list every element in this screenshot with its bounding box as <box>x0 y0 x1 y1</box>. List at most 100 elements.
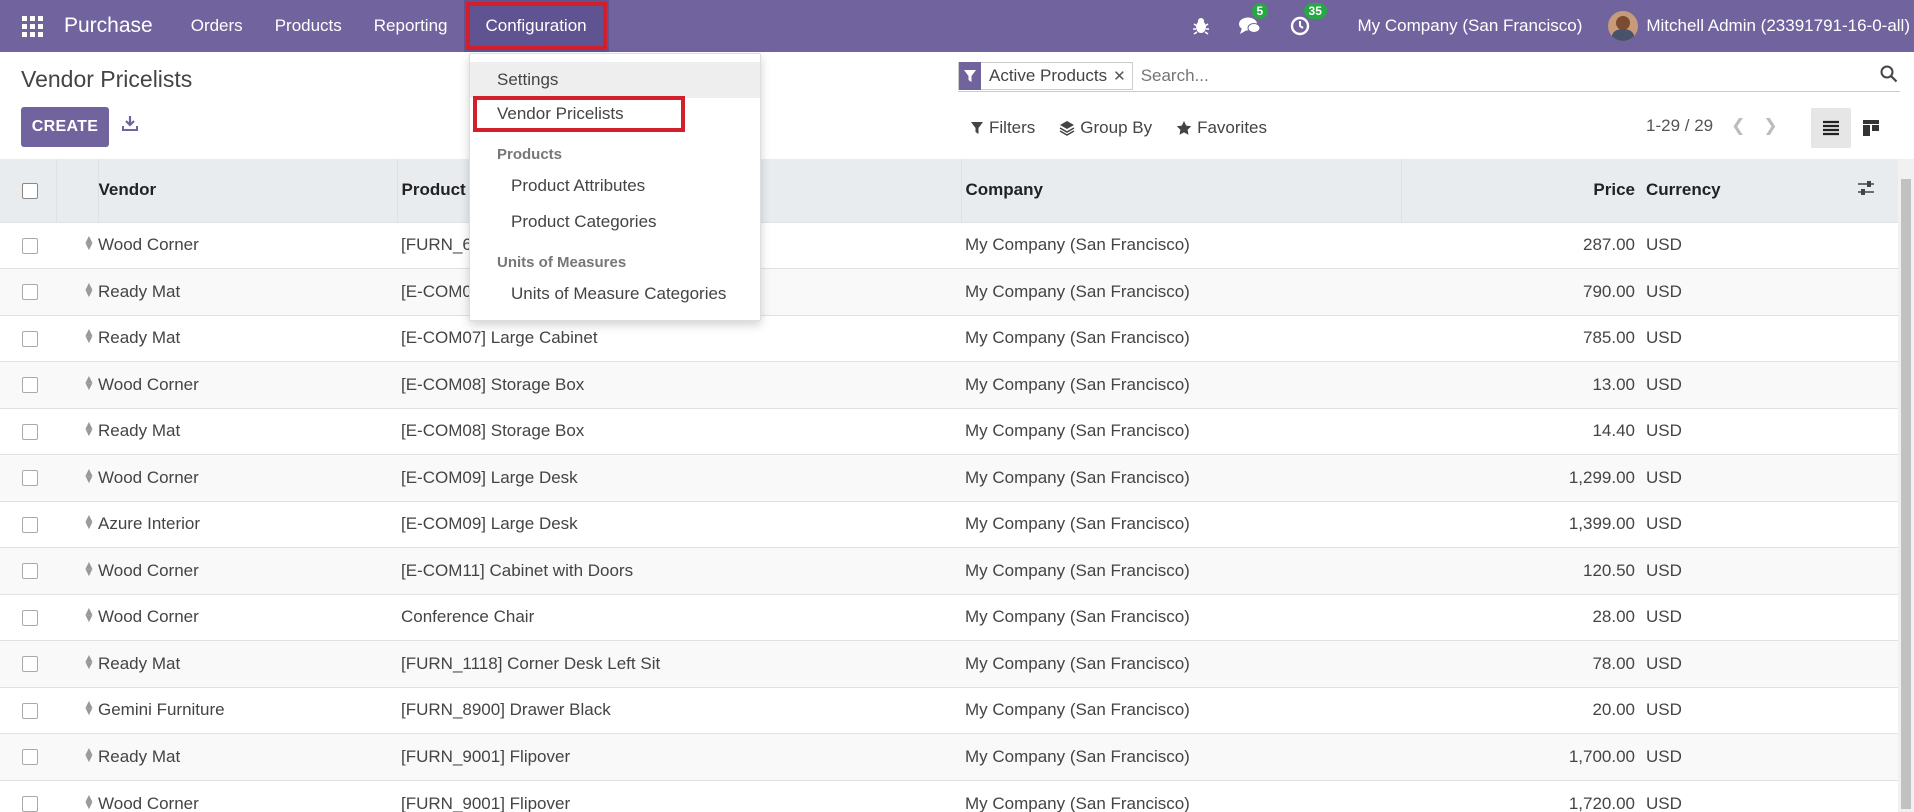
cell-price[interactable]: 28.00 <box>1401 593 1644 641</box>
scrollbar-thumb[interactable] <box>1901 179 1911 809</box>
cell-price[interactable]: 14.40 <box>1401 407 1644 455</box>
cell-product[interactable]: [E-COM08] Storage Box <box>397 407 961 455</box>
menu-products[interactable]: Products <box>259 0 358 52</box>
search-input[interactable] <box>1140 61 1900 90</box>
table-row[interactable]: ▲ ▼ Wood Corner [E-COM08] Storage Box My Com… <box>0 361 1898 408</box>
pager-next-icon[interactable]: ❯ <box>1763 116 1777 136</box>
cell-product[interactable]: [FURN_8900] Drawer Black <box>397 686 961 734</box>
cell-currency[interactable]: USD <box>1644 547 1857 594</box>
cell-vendor[interactable]: Azure Interior <box>98 500 397 548</box>
cell-price[interactable]: 785.00 <box>1401 314 1644 362</box>
row-checkbox[interactable] <box>22 237 38 254</box>
cell-price[interactable]: 20.00 <box>1401 686 1644 734</box>
menu-item-uom-categories[interactable]: Units of Measure Categories <box>470 276 760 312</box>
table-row[interactable]: ▲ ▼ Ready Mat [FURN_1118] Corner Desk Left … <box>0 640 1898 687</box>
cell-product[interactable]: [E-COM08] Storage Box <box>397 361 961 408</box>
drag-handle-icon[interactable]: ▲ ▼ <box>83 559 95 578</box>
cell-product[interactable]: [E-COM07] Large Cabinet <box>397 314 961 362</box>
kanban-view-icon[interactable] <box>1851 108 1891 148</box>
cell-price[interactable]: 1,700.00 <box>1401 733 1644 780</box>
column-price[interactable]: Price <box>1401 159 1644 222</box>
menu-item-product-categories[interactable]: Product Categories <box>470 204 760 240</box>
cell-company[interactable]: My Company (San Francisco) <box>961 268 1401 315</box>
drag-handle-icon[interactable]: ▲ ▼ <box>83 326 95 345</box>
create-button[interactable]: CREATE <box>21 107 109 147</box>
cell-vendor[interactable]: Wood Corner <box>98 547 397 594</box>
row-checkbox[interactable] <box>22 796 38 812</box>
cell-price[interactable]: 1,399.00 <box>1401 500 1644 548</box>
cell-price[interactable]: 790.00 <box>1401 268 1644 315</box>
cell-price[interactable]: 78.00 <box>1401 640 1644 687</box>
favorites-button[interactable]: Favorites <box>1176 118 1267 138</box>
cell-price[interactable]: 1,720.00 <box>1401 779 1644 812</box>
drag-handle-icon[interactable]: ▲ ▼ <box>83 466 95 485</box>
cell-currency[interactable]: USD <box>1644 314 1857 362</box>
list-view-icon[interactable] <box>1811 108 1851 148</box>
row-checkbox[interactable] <box>22 470 38 487</box>
menu-item-settings[interactable]: Settings <box>470 62 760 98</box>
cell-company[interactable]: My Company (San Francisco) <box>961 221 1401 269</box>
cell-currency[interactable]: USD <box>1644 779 1857 812</box>
row-checkbox[interactable] <box>22 749 38 766</box>
cell-currency[interactable]: USD <box>1644 407 1857 455</box>
cell-currency[interactable]: USD <box>1644 500 1857 548</box>
row-checkbox[interactable] <box>22 563 38 580</box>
group-by-button[interactable]: Group By <box>1059 118 1152 138</box>
cell-company[interactable]: My Company (San Francisco) <box>961 361 1401 408</box>
row-checkbox[interactable] <box>22 609 38 626</box>
cell-vendor[interactable]: Ready Mat <box>98 268 397 315</box>
download-export-icon[interactable] <box>122 115 138 136</box>
optional-columns-toggle[interactable] <box>1857 159 1898 222</box>
cell-currency[interactable]: USD <box>1644 593 1857 641</box>
search-facet[interactable]: Active Products ✕ <box>958 61 1133 90</box>
cell-product[interactable]: [FURN_9001] Flipover <box>397 733 961 780</box>
cell-currency[interactable]: USD <box>1644 640 1857 687</box>
table-row[interactable]: ▲ ▼ Ready Mat [E-COM07] Large Cabinet My Com… <box>0 314 1898 362</box>
cell-company[interactable]: My Company (San Francisco) <box>961 454 1401 501</box>
table-row[interactable]: ▲ ▼ Ready Mat [E-COM0 My Company (San Franci… <box>0 268 1898 315</box>
drag-handle-icon[interactable]: ▲ ▼ <box>83 280 95 299</box>
cell-currency[interactable]: USD <box>1644 268 1857 315</box>
row-checkbox[interactable] <box>22 702 38 719</box>
cell-product[interactable]: [FURN_1118] Corner Desk Left Sit <box>397 640 961 687</box>
menu-configuration[interactable]: Configuration <box>463 0 609 52</box>
column-currency[interactable]: Currency <box>1644 159 1857 222</box>
column-vendor[interactable]: Vendor <box>98 159 398 222</box>
table-row[interactable]: ▲ ▼ Wood Corner Conference Chair My Company … <box>0 593 1898 641</box>
row-checkbox[interactable] <box>22 377 38 394</box>
cell-company[interactable]: My Company (San Francisco) <box>961 547 1401 594</box>
table-row[interactable]: ▲ ▼ Gemini Furniture [FURN_8900] Drawer Bla… <box>0 686 1898 734</box>
menu-orders[interactable]: Orders <box>175 0 259 52</box>
cell-company[interactable]: My Company (San Francisco) <box>961 407 1401 455</box>
drag-handle-icon[interactable]: ▲ ▼ <box>83 605 95 624</box>
cell-vendor[interactable]: Wood Corner <box>98 221 397 269</box>
cell-product[interactable]: [E-COM09] Large Desk <box>397 500 961 548</box>
cell-vendor[interactable]: Wood Corner <box>98 454 397 501</box>
app-menu-icon[interactable] <box>0 0 64 52</box>
cell-currency[interactable]: USD <box>1644 454 1857 501</box>
cell-company[interactable]: My Company (San Francisco) <box>961 314 1401 362</box>
cell-vendor[interactable]: Ready Mat <box>98 407 397 455</box>
table-row[interactable]: ▲ ▼ Wood Corner [E-COM11] Cabinet with Door… <box>0 547 1898 594</box>
activities-clock-icon[interactable]: 35 <box>1290 3 1327 36</box>
pager-previous-icon[interactable]: ❮ <box>1731 116 1745 136</box>
drag-handle-icon[interactable]: ▲ ▼ <box>83 373 95 392</box>
menu-reporting[interactable]: Reporting <box>358 0 464 52</box>
row-checkbox[interactable] <box>22 284 38 301</box>
cell-currency[interactable]: USD <box>1644 221 1857 269</box>
pager-value[interactable]: 1-29 / 29 <box>1646 116 1713 136</box>
cell-price[interactable]: 120.50 <box>1401 547 1644 594</box>
cell-company[interactable]: My Company (San Francisco) <box>961 779 1401 812</box>
cell-company[interactable]: My Company (San Francisco) <box>961 500 1401 548</box>
row-checkbox[interactable] <box>22 423 38 440</box>
table-row[interactable]: ▲ ▼ Wood Corner [E-COM09] Large Desk My Comp… <box>0 454 1898 501</box>
company-switcher[interactable]: My Company (San Francisco) <box>1358 16 1583 36</box>
drag-handle-icon[interactable]: ▲ ▼ <box>83 745 95 764</box>
cell-currency[interactable]: USD <box>1644 361 1857 408</box>
cell-product[interactable]: [E-COM09] Large Desk <box>397 454 961 501</box>
table-row[interactable]: ▲ ▼ Wood Corner [FURN_9001] Flipover My Comp… <box>0 779 1898 812</box>
cell-currency[interactable]: USD <box>1644 686 1857 734</box>
cell-vendor[interactable]: Ready Mat <box>98 733 397 780</box>
drag-handle-icon[interactable]: ▲ ▼ <box>83 419 95 438</box>
cell-vendor[interactable]: Wood Corner <box>98 779 397 812</box>
